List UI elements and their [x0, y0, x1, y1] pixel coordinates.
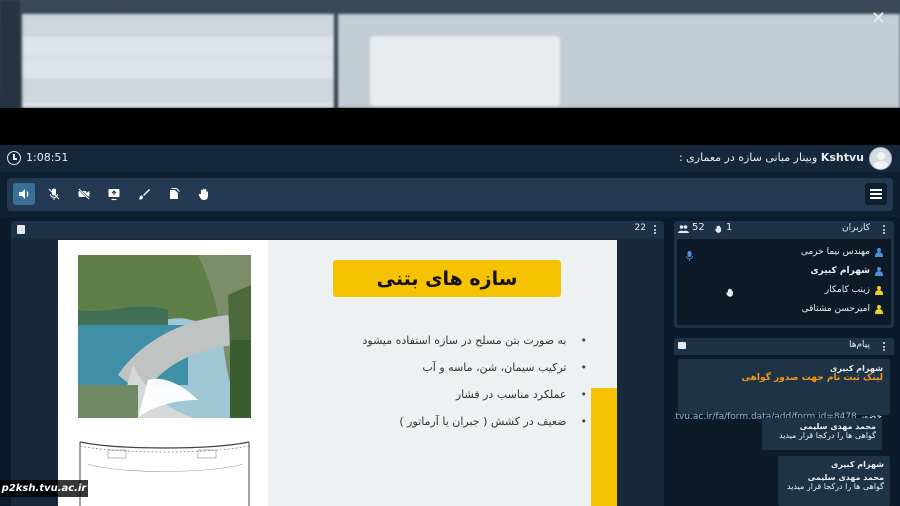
dam-diagram	[78, 436, 251, 506]
slide-count: 22	[634, 223, 646, 233]
slide-content: سازه های بتنی به صورت بتن مسلح در سازه ا…	[268, 240, 617, 506]
host-name: Kshtvu	[820, 151, 864, 164]
session-timer: 1:08:51	[26, 151, 69, 164]
user-name: شهرام کبیری	[810, 266, 870, 276]
file-icon	[170, 188, 180, 199]
slide-accent-bar	[591, 388, 617, 506]
meeting-title: Kshtvu وبینار مبانی سازه در معماری :	[679, 151, 864, 164]
video-letterbox	[0, 108, 900, 145]
users-group-icon	[678, 225, 689, 233]
clock-icon	[7, 151, 21, 165]
camera-off-icon	[78, 188, 90, 200]
slide-bullet: ضعیف در کشش ( جبران یا آرماتور )	[363, 415, 587, 428]
raised-hands-count: 1	[726, 222, 733, 233]
slide: سازه های بتنی به صورت بتن مسلح در سازه ا…	[58, 240, 617, 506]
close-icon[interactable]: ✕	[871, 10, 886, 28]
avatar[interactable]	[869, 147, 892, 170]
screen-share-icon	[108, 189, 120, 201]
users-list: مهندس نیما خرمی شهرام کبیری زینب کامکار …	[677, 239, 891, 325]
hand-count-icon	[715, 225, 722, 233]
user-icon	[875, 304, 883, 314]
presentation-panel: 22 سازه های بتنی • به صورت بتن مسلح در س…	[11, 221, 664, 506]
slide-bullet: به صورت بتن مسلح در سازه استفاده میشود	[363, 334, 587, 347]
messages-panel: پیام‌ها شهرام کبیری لینک ثبت نام جهت صدو…	[674, 338, 894, 506]
speaker-button[interactable]	[13, 183, 35, 205]
background-sidebar	[0, 0, 20, 108]
message-text: گواهی ها را درکجا قرار میدید	[779, 431, 876, 440]
user-icon	[875, 266, 883, 276]
user-item[interactable]: مهندس نیما خرمی	[801, 247, 883, 257]
messages-label: پیام‌ها	[848, 340, 870, 350]
meeting-title-text: وبینار مبانی سازه در معماری :	[678, 151, 818, 164]
background-window	[0, 0, 900, 108]
slide-bullets: به صورت بتن مسلح در سازه استفاده میشود ت…	[363, 334, 587, 442]
message-bubble: شهرام کبیری لینک ثبت نام جهت صدور گواهی	[678, 359, 890, 415]
camera-button[interactable]	[73, 183, 95, 205]
document-icon	[17, 225, 25, 234]
slide-bullet: ترکیب سیمان، شن، ماسه و آب	[363, 361, 587, 374]
users-header: 52 1 کاربران	[674, 221, 894, 237]
hamburger-icon	[870, 189, 882, 199]
presentation-menu-icon[interactable]	[654, 225, 657, 236]
user-name: زینب کامکار	[824, 285, 870, 295]
app-root: ✕ 1:08:51 Kshtvu وبینار مبانی سازه در مع…	[0, 0, 900, 506]
dam-photo	[78, 255, 251, 418]
meeting-header: 1:08:51 Kshtvu وبینار مبانی سازه در معما…	[0, 145, 900, 172]
presentation-header: 22	[11, 221, 664, 238]
users-count: 52	[692, 222, 705, 233]
message-sender: محمد مهدی سلیمی	[799, 422, 876, 431]
messages-menu-icon[interactable]	[883, 342, 886, 353]
toolbar	[7, 178, 893, 211]
files-button[interactable]	[163, 183, 185, 205]
users-menu-icon[interactable]	[883, 225, 886, 236]
message-sender: شهرام کبیری	[830, 460, 884, 469]
user-item[interactable]: زینب کامکار	[825, 285, 883, 295]
message-bubble: محمد مهدی سلیمی گواهی ها را درکجا قرار م…	[762, 418, 882, 450]
user-icon	[875, 285, 883, 295]
message-bubble: شهرام کبیری محمد مهدی سلیمی گواهی ها را …	[778, 456, 890, 506]
whiteboard-button[interactable]	[133, 183, 155, 205]
menu-button[interactable]	[865, 183, 887, 205]
microphone-button[interactable]	[43, 183, 65, 205]
speaker-icon	[19, 189, 29, 199]
toolbar-area	[0, 172, 900, 217]
watermark: p2ksh.tvu.ac.ir	[0, 480, 88, 497]
slide-title: سازه های بتنی	[333, 260, 561, 297]
message-text: گواهی ها را درکجا قرار میدید	[787, 482, 884, 491]
mic-off-icon	[48, 188, 60, 200]
user-name: امیرحسن مشتاقی	[801, 304, 870, 314]
raise-hand-button[interactable]	[193, 183, 215, 205]
slide-viewport: سازه های بتنی به صورت بتن مسلح در سازه ا…	[11, 238, 664, 506]
screen-share-button[interactable]	[103, 183, 125, 205]
messages-list: شهرام کبیری لینک ثبت نام جهت صدور گواهی …	[674, 355, 894, 506]
user-item[interactable]: امیرحسن مشتاقی	[802, 304, 883, 314]
message-sender: محمد مهدی سلیمی	[807, 473, 884, 482]
messages-header: پیام‌ها	[674, 338, 894, 354]
users-label: کاربران	[842, 223, 870, 233]
chat-icon	[678, 342, 686, 349]
user-icon	[875, 247, 883, 257]
message-text: لینک ثبت نام جهت صدور گواهی	[741, 373, 883, 383]
background-bubble	[370, 36, 560, 106]
brush-icon	[138, 189, 150, 200]
background-list	[22, 14, 334, 108]
users-panel: 52 1 کاربران مهندس نیما خرمی شهرام کبیری…	[674, 221, 894, 328]
user-item[interactable]: شهرام کبیری	[810, 266, 883, 276]
raise-hand-icon	[198, 188, 208, 200]
slide-bullet: عملکرد مناسب در فشار	[363, 388, 587, 401]
raised-hand-icon	[726, 288, 733, 297]
microphone-active-icon	[686, 251, 693, 261]
user-name: مهندس نیما خرمی	[800, 247, 870, 257]
message-sender: شهرام کبیری	[829, 364, 883, 373]
